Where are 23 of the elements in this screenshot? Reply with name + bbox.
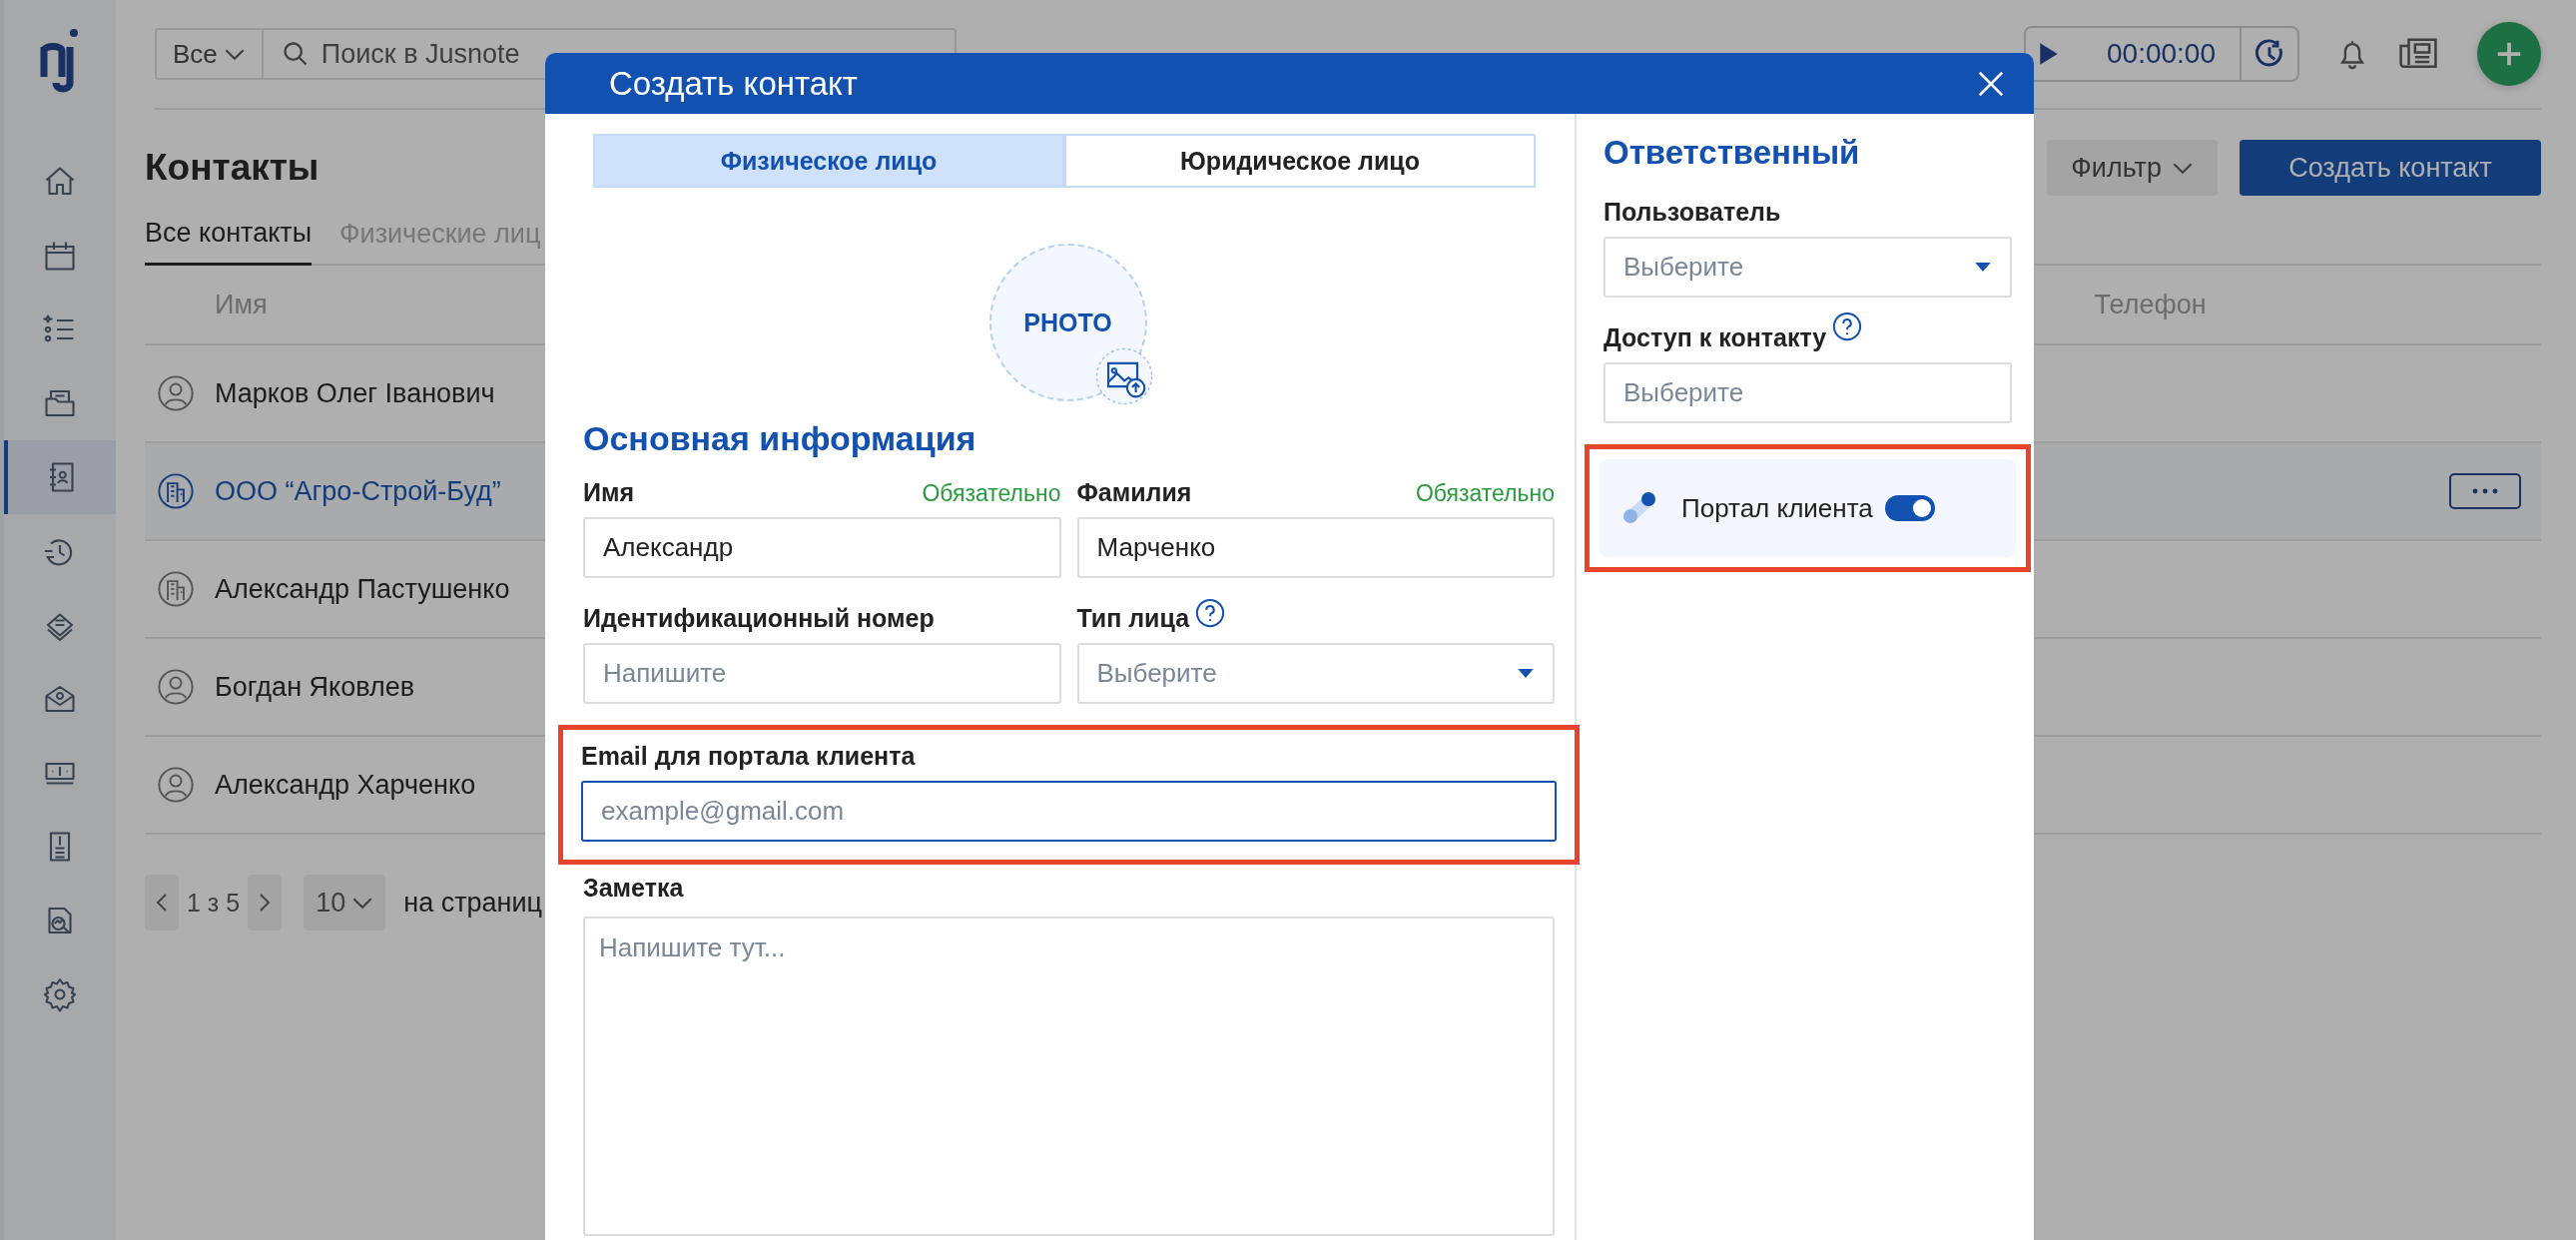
field-label: Email для портала клиента bbox=[581, 742, 916, 771]
portal-label: Портал клиента bbox=[1681, 492, 1873, 524]
page-range: 1 з 5 bbox=[186, 888, 242, 918]
field-label: Пользователь bbox=[1604, 198, 1781, 227]
field-label: Тип лица bbox=[1076, 604, 1190, 633]
timer-text: 00:00:00 bbox=[2106, 38, 2217, 70]
field-label: Заметка bbox=[583, 874, 685, 903]
per-page-label: на страниц bbox=[403, 887, 542, 919]
contact-name: Марков Олег Іванович bbox=[215, 377, 495, 409]
required-note: Обязательно bbox=[1415, 480, 1555, 507]
contact-name: ООО “Агро-Строй-Буд” bbox=[215, 475, 501, 507]
required-note: Обязательно bbox=[922, 480, 1061, 507]
contact-name: Богдан Яковлев bbox=[215, 671, 415, 703]
field-label: Фамилия bbox=[1076, 478, 1192, 507]
page-title: Контакты bbox=[145, 147, 320, 189]
section-title: Основная информация bbox=[583, 419, 977, 458]
section-title: Ответственный bbox=[1604, 134, 1861, 172]
field-label: Идентификационный номер bbox=[583, 604, 935, 633]
contact-name: Александр Пастушенко bbox=[215, 573, 510, 605]
field-label: Доступ к контакту bbox=[1604, 323, 1827, 352]
contact-name: Александр Харченко bbox=[215, 769, 476, 801]
modal-title: Создать контакт bbox=[609, 64, 859, 103]
field-label: Имя bbox=[583, 478, 635, 507]
